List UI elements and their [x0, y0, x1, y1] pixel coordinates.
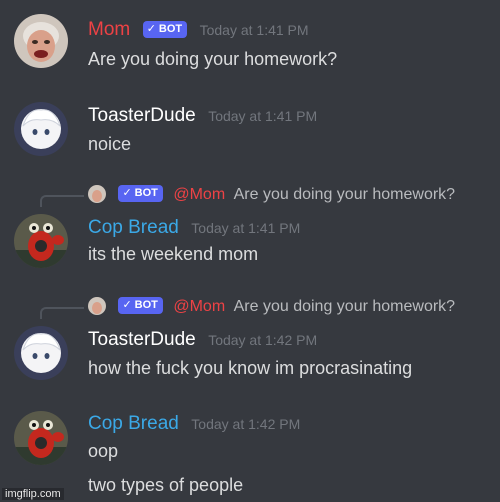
timestamp: Today at 1:42 PM	[208, 332, 318, 348]
reply-preview[interactable]: ✓ BOT @Mom Are you doing your homework?	[88, 297, 455, 317]
reply-spine	[40, 307, 84, 319]
avatar-mom-mini	[88, 185, 106, 203]
reply-preview[interactable]: ✓ BOT @Mom Are you doing your homework?	[88, 185, 455, 205]
check-icon: ✓	[146, 23, 156, 35]
timestamp: Today at 1:41 PM	[208, 108, 318, 124]
watermark: imgflip.com	[2, 488, 64, 500]
reply-mention[interactable]: @Mom	[173, 186, 225, 203]
reply-spine	[40, 195, 84, 207]
reply-text[interactable]: Are you doing your homework?	[234, 186, 455, 203]
timestamp: Today at 1:41 PM	[199, 22, 309, 38]
avatar-mom-mini	[88, 297, 106, 315]
bot-label: BOT	[134, 187, 158, 199]
bot-badge: ✓ BOT	[118, 185, 163, 202]
bot-label: BOT	[158, 23, 183, 35]
timestamp: Today at 1:41 PM	[191, 220, 301, 236]
bot-label: BOT	[134, 299, 158, 311]
message-text: how the fuck you know im procrasinating	[88, 358, 413, 378]
author-name[interactable]: ToasterDude	[88, 329, 196, 350]
check-icon: ✓	[122, 187, 132, 199]
author-name[interactable]: ToasterDude	[88, 105, 196, 126]
timestamp: Today at 1:42 PM	[191, 416, 301, 432]
avatar-mom[interactable]	[14, 14, 68, 68]
check-icon: ✓	[122, 299, 132, 311]
avatar-copbread[interactable]	[14, 411, 68, 465]
avatar-toasterdude[interactable]	[14, 102, 68, 156]
bot-badge: ✓ BOT	[118, 297, 163, 314]
author-name[interactable]: Cop Bread	[88, 413, 179, 434]
message-text: two types of people	[88, 475, 244, 495]
avatar-toasterdude[interactable]	[14, 326, 68, 380]
message-text: Are you doing your homework?	[88, 49, 338, 69]
message-text: noice	[88, 134, 132, 154]
message-text: its the weekend mom	[88, 244, 259, 264]
reply-mention[interactable]: @Mom	[173, 298, 225, 315]
avatar-copbread[interactable]	[14, 214, 68, 268]
reply-text[interactable]: Are you doing your homework?	[234, 298, 455, 315]
message-text: oop	[88, 441, 119, 461]
author-name[interactable]: Mom	[88, 19, 130, 40]
bot-badge: ✓ BOT	[142, 21, 188, 38]
author-name[interactable]: Cop Bread	[88, 217, 179, 238]
